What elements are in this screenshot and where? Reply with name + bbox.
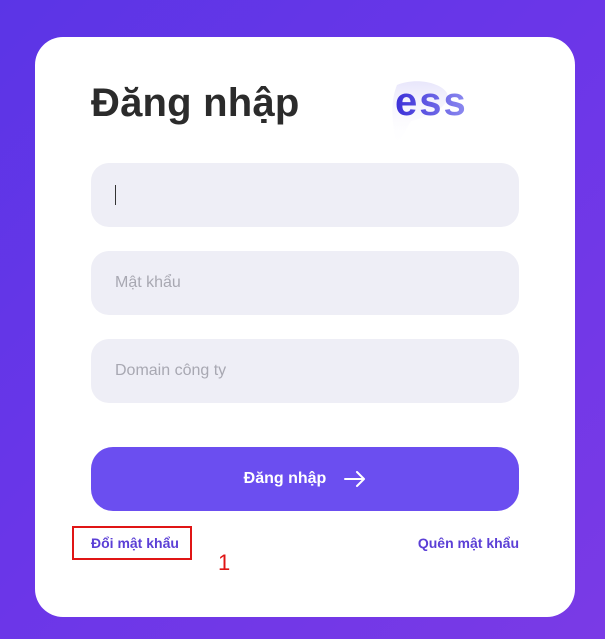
- forgot-password-link[interactable]: Quên mật khẩu: [418, 535, 519, 551]
- login-button-label: Đăng nhập: [243, 470, 327, 487]
- ess-logo: ess: [392, 80, 468, 147]
- annotation-highlight-box: [72, 526, 192, 560]
- login-button[interactable]: Đăng nhập: [91, 447, 519, 511]
- company-domain-input[interactable]: [115, 362, 495, 380]
- svg-text:ess: ess: [395, 80, 468, 124]
- username-field[interactable]: [91, 163, 519, 227]
- username-input[interactable]: [116, 186, 495, 204]
- annotation-number: 1: [218, 550, 231, 575]
- password-input[interactable]: [115, 274, 495, 292]
- password-field[interactable]: [91, 251, 519, 315]
- page-title: Đăng nhập: [91, 81, 300, 125]
- arrow-right-icon: [344, 471, 366, 487]
- company-domain-field[interactable]: [91, 339, 519, 403]
